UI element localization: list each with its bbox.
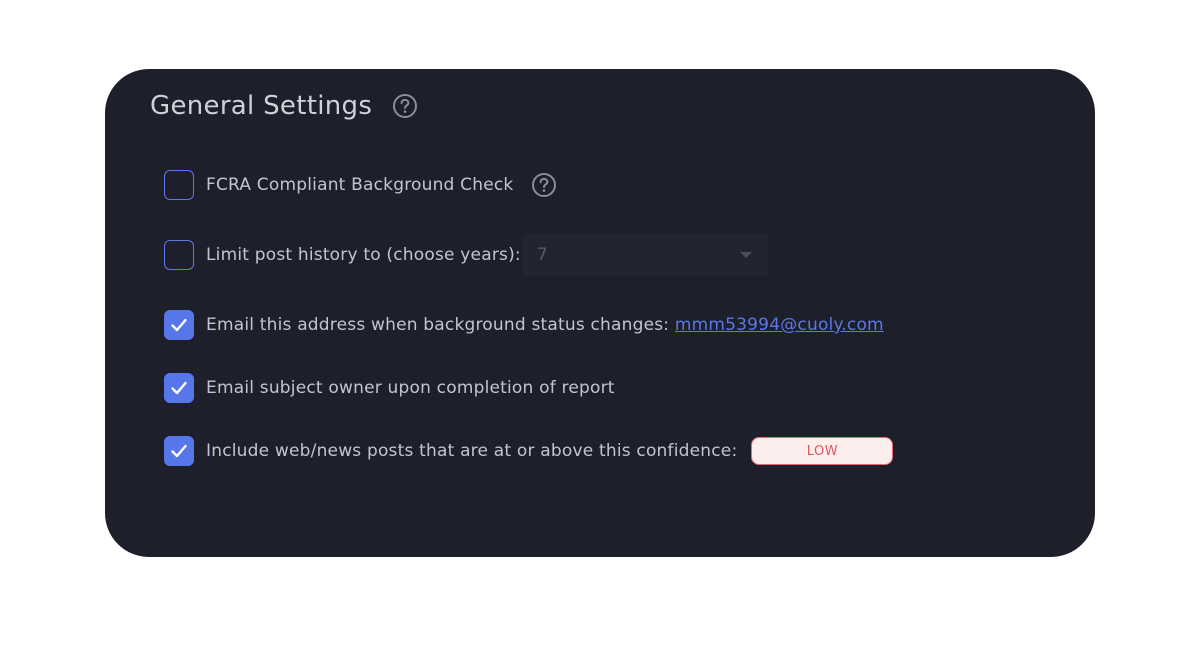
setting-row-web-news: Include web/news posts that are at or ab…: [164, 436, 894, 466]
general-settings-panel: General Settings FCRA Compliant Backgrou…: [105, 69, 1095, 557]
fcra-label: FCRA Compliant Background Check: [206, 175, 514, 195]
page-title: General Settings: [150, 91, 373, 121]
setting-row-email-status: Email this address when background statu…: [164, 310, 884, 340]
years-select[interactable]: 7: [522, 234, 768, 276]
email-owner-checkbox[interactable]: [164, 373, 194, 403]
checkmark-icon: [171, 444, 187, 458]
fcra-checkbox[interactable]: [164, 170, 194, 200]
email-address-link[interactable]: mmm53994@cuoly.com: [675, 315, 884, 335]
web-news-checkbox[interactable]: [164, 436, 194, 466]
years-select-value: 7: [536, 245, 548, 265]
post-history-label: Limit post history to (choose years):: [206, 245, 521, 265]
email-status-text: Email this address when background statu…: [206, 315, 670, 335]
checkmark-icon: [171, 318, 187, 332]
post-history-checkbox[interactable]: [164, 240, 194, 270]
email-status-checkbox[interactable]: [164, 310, 194, 340]
caret-down-icon: [739, 252, 752, 258]
help-icon[interactable]: [531, 172, 557, 198]
panel-header: General Settings: [150, 91, 418, 121]
setting-row-fcra: FCRA Compliant Background Check: [164, 170, 557, 200]
email-owner-label: Email subject owner upon completion of r…: [206, 378, 615, 398]
setting-row-email-owner: Email subject owner upon completion of r…: [164, 373, 615, 403]
checkmark-icon: [171, 381, 187, 395]
setting-row-post-history: Limit post history to (choose years): 7: [164, 234, 768, 276]
email-status-label: Email this address when background statu…: [206, 315, 884, 335]
web-news-label: Include web/news posts that are at or ab…: [206, 441, 738, 461]
help-icon[interactable]: [392, 93, 418, 119]
confidence-badge[interactable]: LOW: [751, 437, 894, 465]
